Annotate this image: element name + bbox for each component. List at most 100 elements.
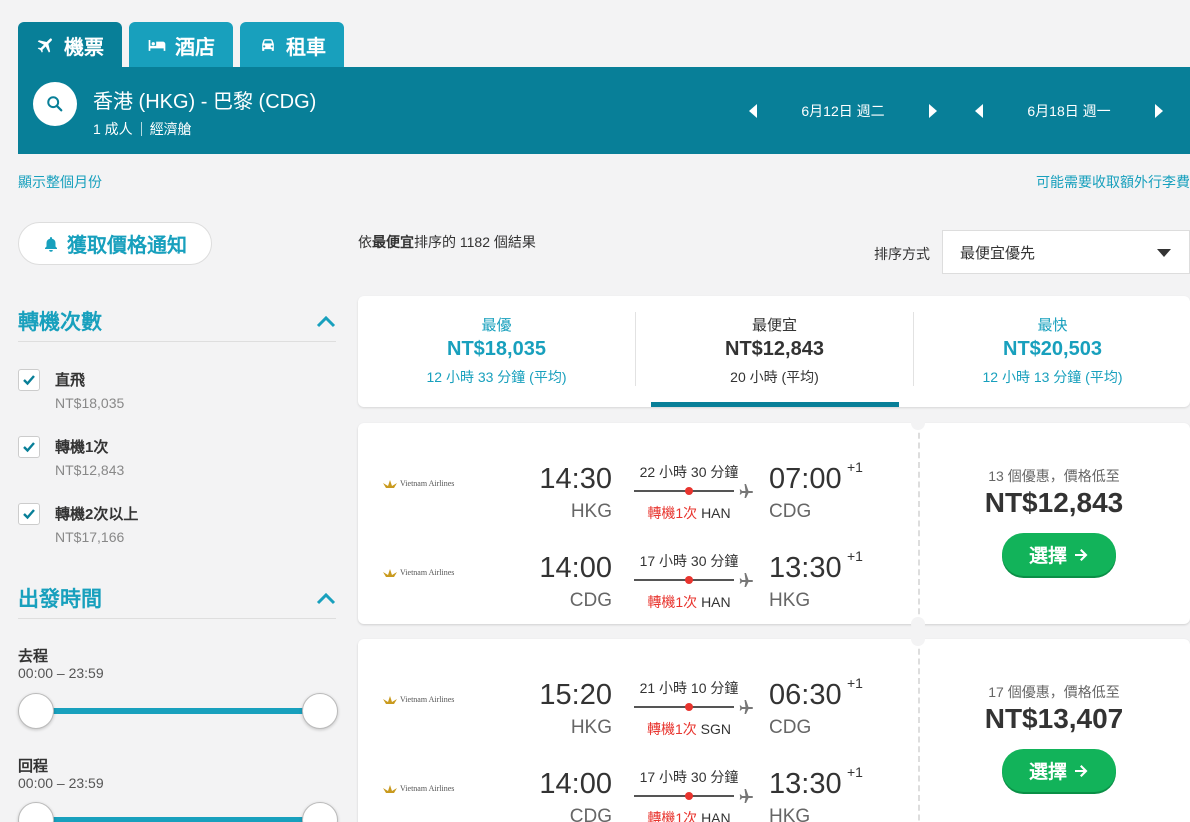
result-card[interactable]: Vietnam Airlines 15:20 HKG 21 小時 10 分鐘 轉… bbox=[358, 632, 1190, 822]
select-button[interactable]: 選擇 bbox=[1002, 533, 1116, 576]
active-tab-indicator bbox=[651, 402, 899, 407]
stop-airport: HAN bbox=[701, 810, 731, 822]
checkbox-one-stop[interactable] bbox=[18, 436, 40, 458]
next-day-indicator: +1 bbox=[847, 459, 863, 475]
route-text: 香港 (HKG) - 巴黎 (CDG) bbox=[93, 91, 317, 113]
result-card[interactable]: Vietnam Airlines 14:30 HKG 22 小時 30 分鐘 轉… bbox=[358, 416, 1190, 631]
stop-dot bbox=[685, 487, 693, 495]
baggage-fees-link[interactable]: 可能需要收取額外行李費 bbox=[1036, 172, 1190, 192]
return-time-slider[interactable] bbox=[18, 802, 338, 822]
prev-depart-date-button[interactable] bbox=[749, 103, 757, 118]
sort-tab-cheapest[interactable]: 最便宜 NT$12,843 20 小時 (平均) bbox=[636, 296, 913, 407]
filter-label: 直飛 bbox=[55, 372, 86, 389]
ticket-notch bbox=[911, 416, 925, 430]
airline-logo: Vietnam Airlines bbox=[383, 568, 454, 577]
search-button[interactable] bbox=[33, 82, 77, 126]
tab-flights[interactable]: 機票 bbox=[18, 22, 122, 68]
arrival-time: 13:30 bbox=[769, 552, 842, 584]
outbound-label: 去程 bbox=[18, 648, 49, 665]
check-icon bbox=[23, 509, 35, 520]
show-month-link[interactable]: 顯示整個月份 bbox=[18, 172, 102, 192]
next-day-indicator: +1 bbox=[847, 675, 863, 691]
next-day-indicator: +1 bbox=[847, 548, 863, 564]
price-alert-button[interactable]: 獲取價格通知 bbox=[18, 222, 212, 265]
airline-logo: Vietnam Airlines bbox=[383, 784, 454, 793]
checkbox-two-plus[interactable] bbox=[18, 503, 40, 525]
departure-airport: HKG bbox=[570, 501, 612, 522]
airline-logo: Vietnam Airlines bbox=[383, 695, 454, 704]
sort-tab-title: 最便宜 bbox=[751, 317, 797, 334]
stop-dot bbox=[685, 576, 693, 584]
caret-down-icon bbox=[1157, 249, 1171, 257]
sort-select[interactable]: 最便宜優先 bbox=[942, 230, 1190, 274]
sort-tab-price: NT$12,843 bbox=[725, 338, 824, 360]
stop-info: 轉機1次 HAN bbox=[633, 592, 745, 612]
flight-duration: 22 小時 30 分鐘 bbox=[639, 464, 739, 480]
results-count-suffix: 排序的 1182 個結果 bbox=[414, 234, 536, 250]
return-label: 回程 bbox=[18, 758, 49, 775]
sort-tab-price: NT$20,503 bbox=[1003, 338, 1102, 360]
flight-leg-return: Vietnam Airlines 14:00 CDG 17 小時 30 分鐘 轉… bbox=[358, 530, 918, 620]
flight-duration: 17 小時 30 分鐘 bbox=[639, 769, 739, 785]
depart-date[interactable]: 6月12日 週二 bbox=[757, 101, 929, 121]
filter-price: NT$17,166 bbox=[55, 529, 125, 545]
slider-track bbox=[34, 817, 322, 822]
outbound-time-slider[interactable] bbox=[18, 693, 338, 729]
checkbox-nonstop[interactable] bbox=[18, 369, 40, 391]
sort-tab-title: 最快 bbox=[1037, 317, 1068, 334]
filter-label: 轉機2次以上 bbox=[55, 506, 139, 523]
slider-handle-max[interactable] bbox=[302, 802, 338, 822]
departure-airport: CDG bbox=[569, 590, 612, 611]
departure-time: 14:30 bbox=[539, 463, 612, 495]
sort-tab-duration: 12 小時 13 分鐘 (平均) bbox=[982, 369, 1123, 385]
stop-count: 轉機1次 bbox=[647, 505, 698, 521]
sort-tab-price: NT$18,035 bbox=[447, 338, 546, 360]
chevron-up-icon[interactable] bbox=[316, 314, 336, 328]
tab-label: 機票 bbox=[64, 36, 104, 59]
return-date[interactable]: 6月18日 週一 bbox=[983, 101, 1155, 121]
airline-name: Vietnam Airlines bbox=[400, 695, 455, 704]
departure-time-filter-header[interactable]: 出發時間 bbox=[18, 583, 336, 619]
flight-duration: 17 小時 30 分鐘 bbox=[639, 553, 739, 569]
slider-handle-min[interactable] bbox=[18, 802, 54, 822]
sort-tab-best[interactable]: 最優 NT$18,035 12 小時 33 分鐘 (平均) bbox=[358, 296, 635, 407]
prev-return-date-button[interactable] bbox=[975, 103, 983, 118]
arrow-right-icon bbox=[1075, 548, 1088, 561]
tab-hotels[interactable]: 酒店 bbox=[129, 22, 233, 68]
stop-info: 轉機1次 HAN bbox=[633, 503, 745, 523]
flight-duration: 21 小時 10 分鐘 bbox=[639, 680, 739, 696]
plane-icon bbox=[37, 38, 52, 53]
tab-cars[interactable]: 租車 bbox=[240, 22, 344, 68]
ticket-notch bbox=[911, 632, 925, 646]
arrival-time: 07:00 bbox=[769, 463, 842, 495]
sort-tab-fastest[interactable]: 最快 NT$20,503 12 小時 13 分鐘 (平均) bbox=[914, 296, 1190, 407]
deals-count: 13 個優惠，價格低至 bbox=[988, 468, 1120, 484]
slider-handle-min[interactable] bbox=[18, 693, 54, 729]
select-button[interactable]: 選擇 bbox=[1002, 749, 1116, 792]
results-count-sort: 最便宜 bbox=[372, 234, 414, 250]
filter-price: NT$18,035 bbox=[55, 395, 125, 411]
sort-tabs: 最優 NT$18,035 12 小時 33 分鐘 (平均) 最便宜 NT$12,… bbox=[358, 296, 1190, 407]
flight-leg-return: Vietnam Airlines 14:00 CDG 17 小時 30 分鐘 轉… bbox=[358, 746, 918, 822]
search-summary-bar[interactable]: 香港 (HKG) - 巴黎 (CDG) 1 成人 經濟艙 6月12日 週二 6月… bbox=[18, 67, 1190, 154]
bell-icon bbox=[45, 236, 57, 252]
next-depart-date-button[interactable] bbox=[929, 103, 937, 118]
plane-icon bbox=[739, 573, 753, 587]
airline-name: Vietnam Airlines bbox=[400, 479, 455, 488]
next-return-date-button[interactable] bbox=[1155, 103, 1163, 118]
stops-filter-header[interactable]: 轉機次數 bbox=[18, 306, 336, 342]
select-button-label: 選擇 bbox=[1028, 546, 1067, 567]
lowest-price: NT$13,407 bbox=[984, 703, 1124, 734]
bed-icon bbox=[148, 40, 166, 51]
departure-time: 14:00 bbox=[539, 768, 612, 800]
stop-count: 轉機1次 bbox=[647, 810, 698, 822]
check-icon bbox=[23, 375, 35, 386]
select-button-label: 選擇 bbox=[1028, 762, 1067, 783]
slider-track bbox=[34, 708, 322, 714]
stop-count: 轉機1次 bbox=[647, 594, 698, 610]
deals-count: 17 個優惠，價格低至 bbox=[988, 684, 1120, 700]
chevron-up-icon[interactable] bbox=[316, 591, 336, 605]
slider-handle-max[interactable] bbox=[302, 693, 338, 729]
lotus-icon bbox=[383, 479, 397, 488]
outbound-range: 00:00 – 23:59 bbox=[18, 665, 104, 681]
